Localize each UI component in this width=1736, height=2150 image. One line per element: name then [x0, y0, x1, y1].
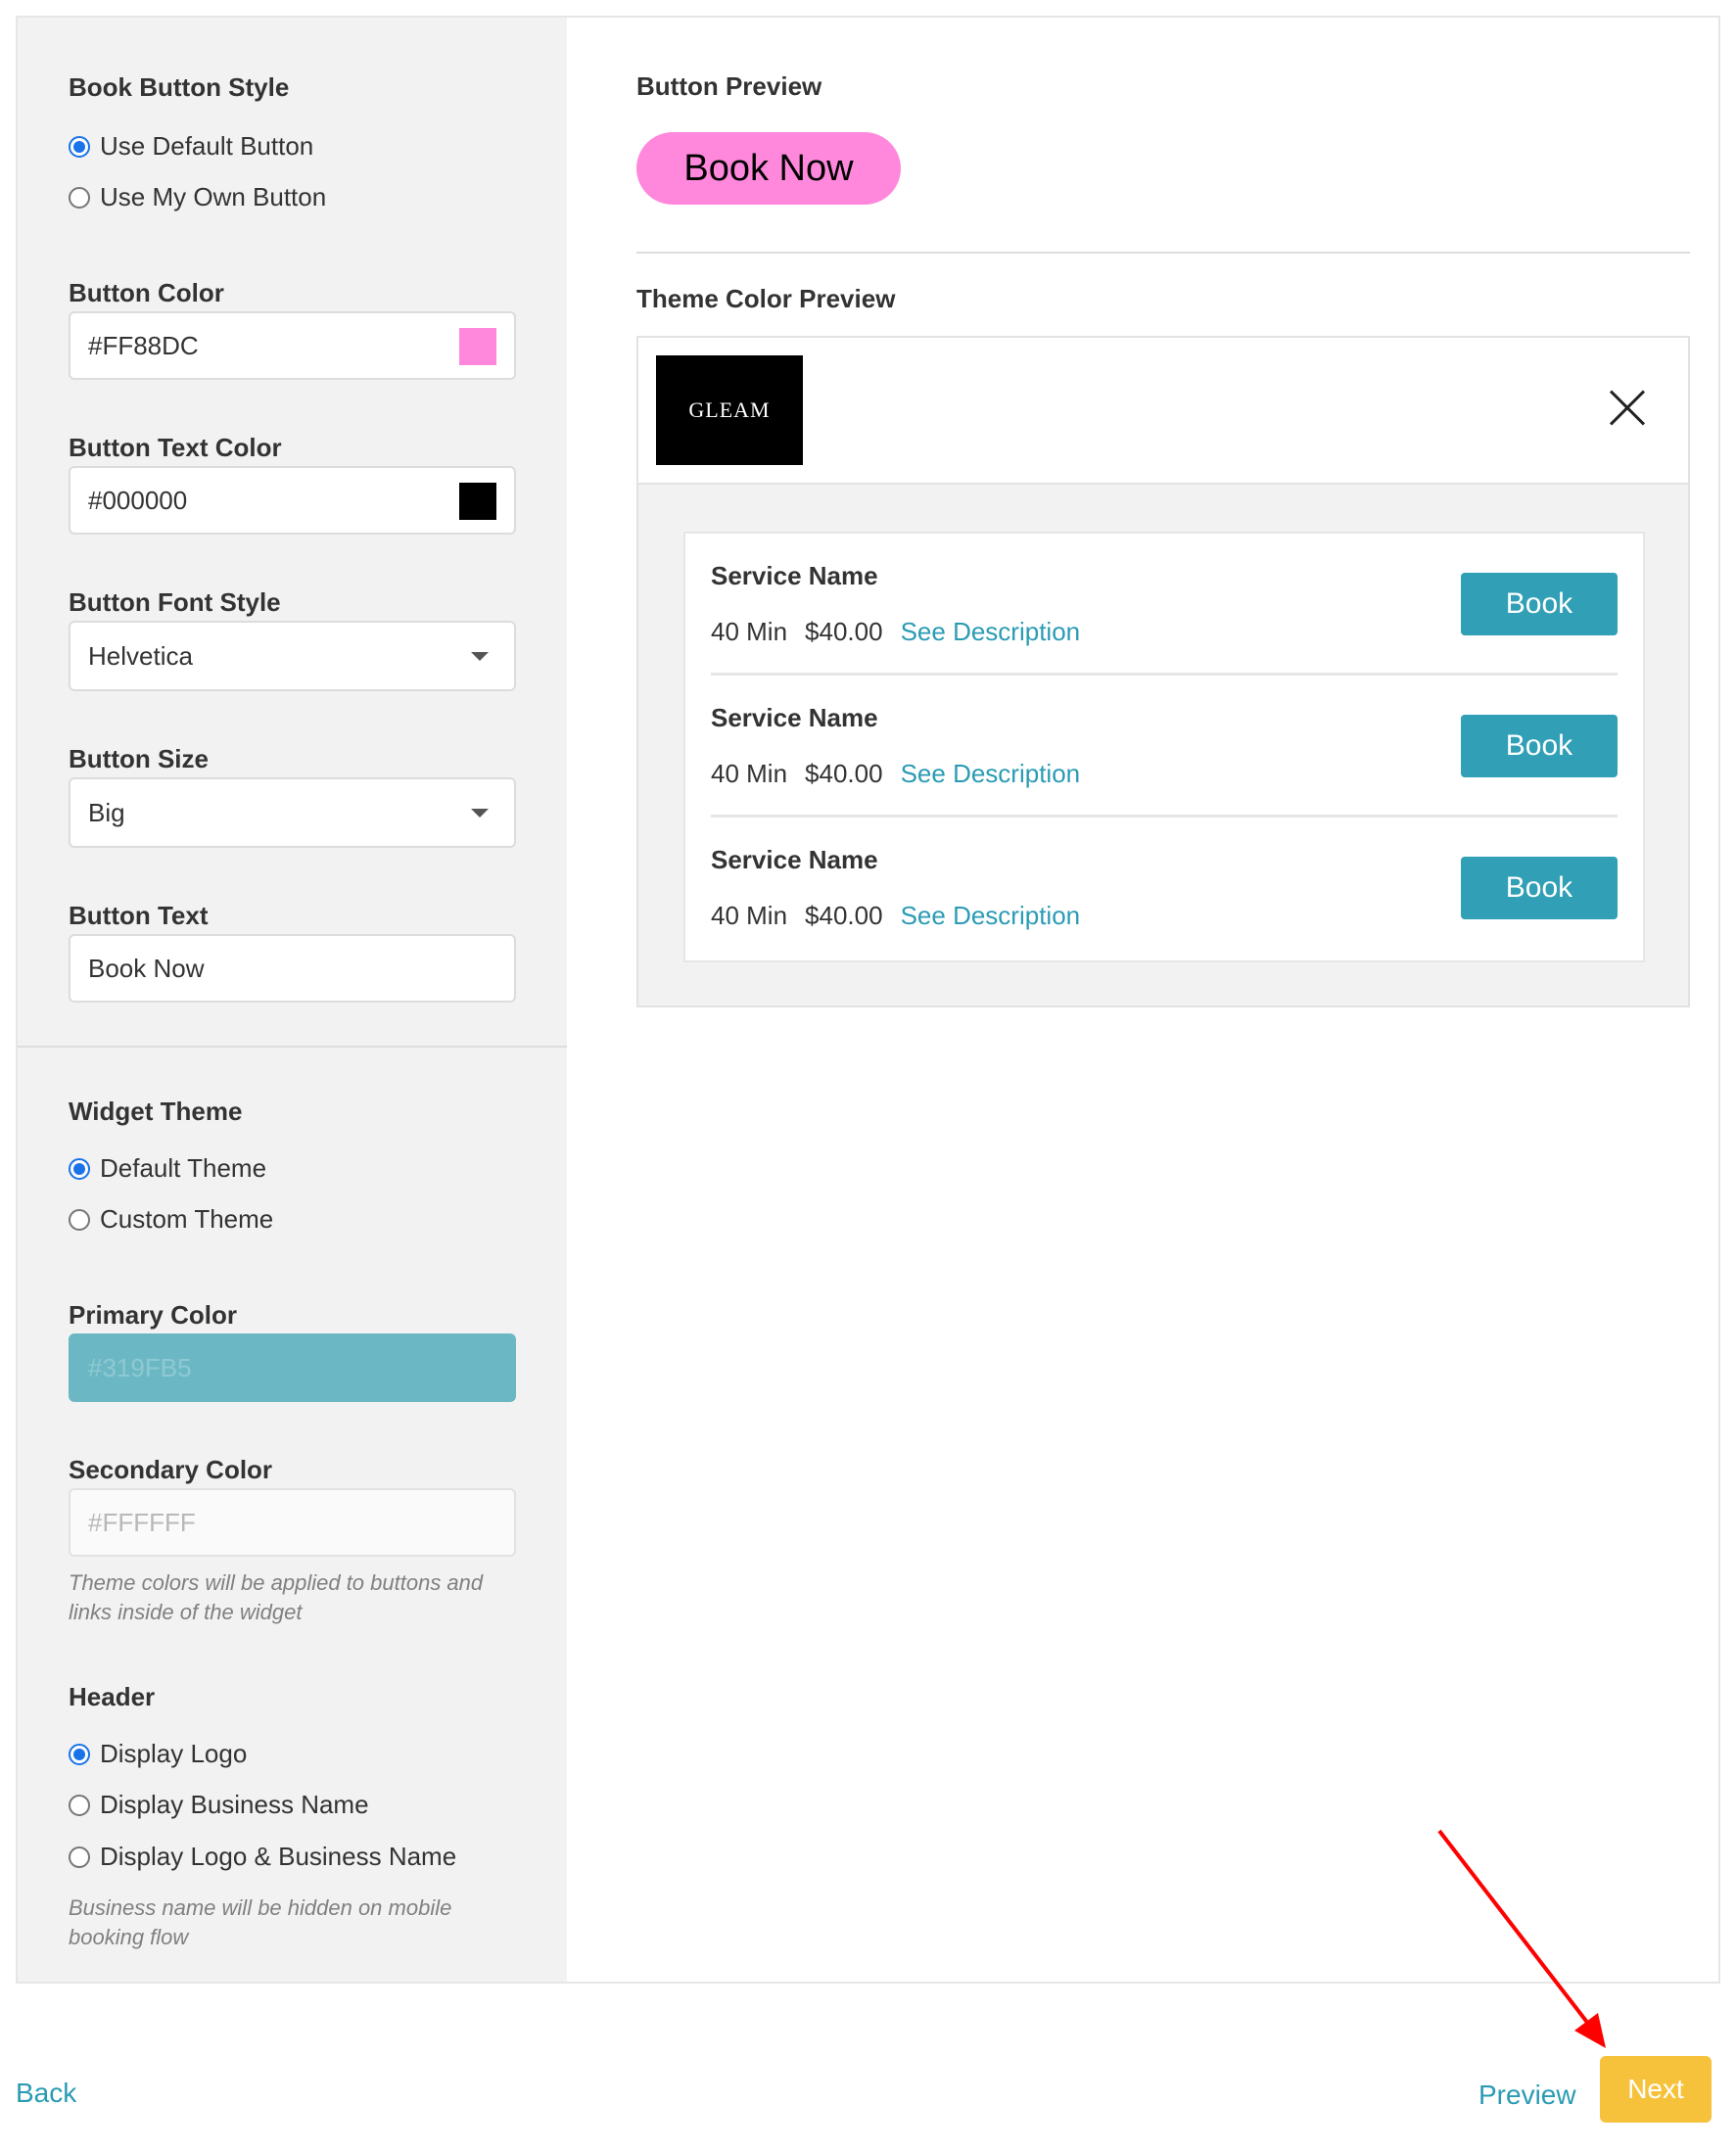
button-size-select[interactable]: Big [69, 777, 516, 848]
radio-icon[interactable] [69, 135, 90, 158]
preview-divider [636, 252, 1690, 254]
close-icon[interactable] [1608, 389, 1647, 428]
primary-color-input[interactable]: #319FB5 [69, 1333, 516, 1402]
book-now-preview-button[interactable]: Book Now [636, 132, 901, 205]
radio-default-theme[interactable]: Default Theme [69, 1153, 266, 1184]
service-list: Service Name 40 Min $40.00 See Descripti… [683, 532, 1645, 962]
radio-label: Use Default Button [100, 131, 314, 161]
button-text-color-input[interactable]: #000000 [69, 466, 516, 535]
radio-icon[interactable] [69, 1846, 90, 1868]
book-button[interactable]: Book [1461, 573, 1618, 635]
button-text-input[interactable]: Book Now [69, 934, 516, 1003]
primary-color-value: #319FB5 [88, 1352, 192, 1382]
radio-custom-theme[interactable]: Custom Theme [69, 1204, 273, 1235]
service-meta: 40 Min $40.00 See Description [711, 617, 1080, 647]
button-font-style-select[interactable]: Helvetica [69, 621, 516, 691]
service-price: $40.00 [805, 759, 883, 788]
radio-label: Display Business Name [100, 1790, 369, 1819]
annotation-arrow-shaft [1437, 1829, 1594, 2031]
radio-display-logo-and-business-name[interactable]: Display Logo & Business Name [69, 1842, 456, 1872]
radio-use-my-own-button[interactable]: Use My Own Button [69, 182, 326, 212]
radio-label: Use My Own Button [100, 182, 327, 211]
radio-label: Display Logo [100, 1739, 248, 1768]
radio-label: Display Logo & Business Name [100, 1842, 457, 1871]
radio-icon[interactable] [69, 1794, 90, 1816]
service-price: $40.00 [805, 901, 883, 930]
service-name: Service Name [711, 561, 878, 590]
widget-settings-frame: Book Button Style Use Default Button Use… [16, 16, 1720, 1984]
service-name: Service Name [711, 703, 878, 732]
list-item: Service Name 40 Min $40.00 See Descripti… [711, 818, 1618, 959]
theme-color-preview-title: Theme Color Preview [636, 284, 896, 313]
service-duration: 40 Min [711, 759, 788, 788]
radio-display-business-name[interactable]: Display Business Name [69, 1790, 369, 1820]
business-name-hint: Business name will be hidden on mobile b… [69, 1895, 452, 1949]
settings-panel: Book Button Style Use Default Button Use… [18, 18, 567, 1982]
radio-icon[interactable] [69, 186, 90, 209]
radio-icon[interactable] [69, 1208, 90, 1231]
secondary-color-label: Secondary Color [69, 1455, 273, 1484]
preview-link[interactable]: Preview [1478, 2080, 1576, 2111]
button-color-input[interactable]: #FF88DC [69, 311, 516, 380]
button-font-style-value: Helvetica [88, 640, 193, 671]
button-text-color-label: Button Text Color [69, 433, 282, 462]
button-text-color-swatch[interactable] [459, 483, 496, 520]
preview-panel: Button Preview Book Now Theme Color Prev… [567, 18, 1718, 1982]
list-item: Service Name 40 Min $40.00 See Descripti… [711, 534, 1618, 676]
radio-label: Custom Theme [100, 1204, 274, 1234]
button-font-style-label: Button Font Style [69, 587, 281, 617]
service-meta: 40 Min $40.00 See Description [711, 759, 1080, 789]
radio-display-logo[interactable]: Display Logo [69, 1739, 247, 1769]
next-button[interactable]: Next [1600, 2056, 1712, 2123]
back-link[interactable]: Back [16, 2078, 76, 2109]
service-duration: 40 Min [711, 617, 788, 646]
radio-use-default-button[interactable]: Use Default Button [69, 131, 313, 162]
secondary-color-value: #FFFFFF [88, 1507, 196, 1537]
service-name: Service Name [711, 845, 878, 874]
button-color-swatch[interactable] [459, 328, 496, 365]
button-preview-title: Button Preview [636, 71, 822, 101]
button-color-label: Button Color [69, 278, 224, 307]
see-description-link[interactable]: See Description [901, 759, 1081, 789]
radio-label: Default Theme [100, 1153, 267, 1183]
service-meta: 40 Min $40.00 See Description [711, 901, 1080, 931]
list-item: Service Name 40 Min $40.00 See Descripti… [711, 676, 1618, 818]
button-text-color-value: #000000 [88, 485, 188, 515]
annotation-arrow-head [1574, 2013, 1606, 2048]
section-divider [18, 1046, 567, 1048]
widget-theme-title: Widget Theme [69, 1097, 243, 1126]
widget-header: GLEAM [638, 338, 1688, 485]
secondary-color-input[interactable]: #FFFFFF [69, 1488, 516, 1557]
button-size-label: Button Size [69, 744, 209, 773]
see-description-link[interactable]: See Description [901, 617, 1081, 647]
book-button[interactable]: Book [1461, 857, 1618, 919]
business-logo: GLEAM [656, 355, 803, 465]
button-text-label: Button Text [69, 901, 209, 930]
chevron-down-icon [471, 809, 489, 818]
primary-color-label: Primary Color [69, 1300, 237, 1330]
book-button-style-title: Book Button Style [69, 72, 290, 102]
service-price: $40.00 [805, 617, 883, 646]
chevron-down-icon [471, 652, 489, 661]
book-button[interactable]: Book [1461, 715, 1618, 777]
button-color-value: #FF88DC [88, 330, 199, 360]
service-duration: 40 Min [711, 901, 788, 930]
see-description-link[interactable]: See Description [901, 901, 1081, 931]
radio-icon[interactable] [69, 1743, 90, 1765]
annotation-arrow-icon [1437, 1829, 1606, 2048]
theme-preview-box: GLEAM Service Name 40 Min $40.00 See Des… [636, 336, 1690, 1007]
header-title: Header [69, 1682, 156, 1711]
button-text-value: Book Now [88, 953, 205, 983]
button-size-value: Big [88, 797, 125, 827]
theme-colors-hint: Theme colors will be applied to buttons … [69, 1570, 484, 1624]
radio-icon[interactable] [69, 1157, 90, 1180]
